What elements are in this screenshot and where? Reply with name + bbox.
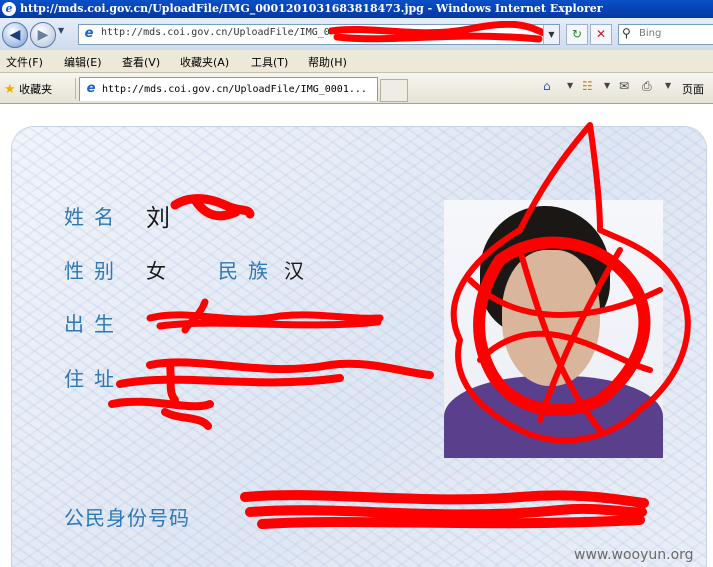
watermark: www.wooyun.org (574, 547, 694, 563)
redaction-scribbles (108, 122, 691, 529)
